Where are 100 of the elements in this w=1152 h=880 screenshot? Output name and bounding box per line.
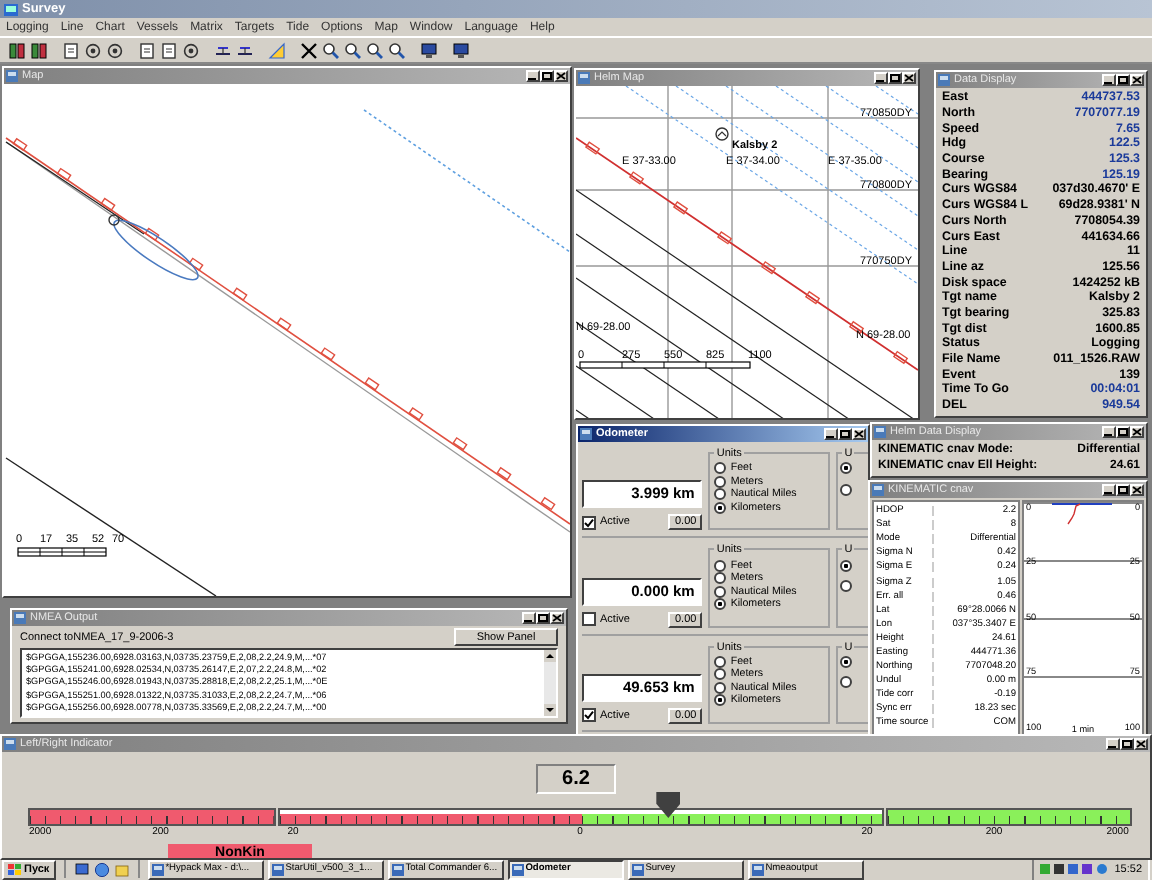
desktop-icon[interactable]	[73, 861, 90, 877]
magnifier-icon	[343, 41, 361, 59]
close-button[interactable]	[902, 72, 916, 84]
toolbar-button[interactable]	[418, 40, 438, 60]
radio-button[interactable]	[714, 681, 727, 694]
document-icon	[137, 41, 155, 59]
radio-button[interactable]	[840, 462, 853, 475]
radio-button[interactable]	[714, 694, 727, 707]
book-icon	[7, 41, 25, 59]
document-icon	[61, 41, 79, 59]
active-checkbox[interactable]	[582, 515, 596, 530]
close-button[interactable]	[1134, 738, 1148, 750]
toolbar-button[interactable]	[180, 40, 200, 60]
radio-button[interactable]	[714, 501, 727, 514]
radio-button[interactable]	[714, 572, 727, 585]
magnifier-icon	[387, 41, 405, 59]
close-button[interactable]	[1130, 74, 1144, 86]
radio-button[interactable]	[840, 655, 853, 668]
radio-button[interactable]	[714, 655, 727, 668]
maximize-button[interactable]	[838, 428, 852, 440]
toolbar-button[interactable]	[342, 40, 362, 60]
window-icon	[511, 863, 524, 875]
toolbar-button[interactable]	[450, 40, 470, 60]
maximize-button[interactable]	[540, 70, 554, 82]
radio-button[interactable]	[840, 483, 853, 496]
app-icon	[4, 3, 18, 15]
minimize-button[interactable]	[522, 612, 536, 624]
globe-icon[interactable]	[93, 861, 110, 877]
maximize-button[interactable]	[1120, 738, 1134, 750]
toolbar-button[interactable]	[28, 40, 48, 60]
radio-button[interactable]	[840, 676, 853, 689]
up-arrow-icon	[544, 650, 556, 662]
toolbar-button[interactable]	[158, 40, 178, 60]
radio-button[interactable]	[714, 598, 727, 611]
window-icon	[151, 863, 164, 875]
close-button[interactable]	[550, 612, 564, 624]
radio-button[interactable]	[714, 462, 727, 475]
close-button[interactable]	[554, 70, 568, 82]
circle-icon	[105, 41, 123, 59]
ruler-icon	[213, 41, 231, 59]
minimize-button[interactable]	[874, 72, 888, 84]
radio-button[interactable]	[840, 559, 853, 572]
toolbar-button[interactable]	[82, 40, 102, 60]
close-button[interactable]	[1130, 484, 1144, 496]
plot-trace-drawing	[1052, 502, 1112, 526]
minimize-button[interactable]	[526, 70, 540, 82]
toolbar-button[interactable]	[136, 40, 156, 60]
offset-value: 6.2	[536, 764, 616, 794]
circle-icon	[83, 41, 101, 59]
window-icon	[580, 428, 592, 440]
minimize-button[interactable]	[1106, 738, 1120, 750]
minimize-button[interactable]	[824, 428, 838, 440]
radio-button[interactable]	[714, 488, 727, 501]
magnifier-icon	[321, 41, 339, 59]
minimize-button[interactable]	[1102, 426, 1116, 438]
down-arrow-icon	[544, 704, 556, 716]
toolbar-button[interactable]	[60, 40, 80, 60]
window-icon	[872, 484, 884, 496]
window-icon	[938, 74, 950, 86]
radio-button[interactable]	[714, 475, 727, 488]
window-icon	[6, 70, 18, 82]
window-icon	[874, 426, 886, 438]
radio-button[interactable]	[714, 585, 727, 598]
circle-icon	[181, 41, 199, 59]
maximize-button[interactable]	[888, 72, 902, 84]
window-icon	[391, 863, 404, 875]
toolbar-button[interactable]	[320, 40, 340, 60]
minimize-button[interactable]	[1102, 74, 1116, 86]
monitor-icon	[419, 41, 437, 59]
book-icon	[29, 41, 47, 59]
window-icon	[578, 72, 590, 84]
windows-logo-icon	[8, 863, 22, 875]
toolbar-button[interactable]	[364, 40, 384, 60]
window-icon	[271, 863, 284, 875]
close-button[interactable]	[1130, 426, 1144, 438]
target-icon	[715, 127, 729, 141]
maximize-button[interactable]	[1116, 426, 1130, 438]
window-icon	[631, 863, 644, 875]
maximize-button[interactable]	[1116, 484, 1130, 496]
window-icon	[4, 738, 16, 750]
maximize-button[interactable]	[536, 612, 550, 624]
active-checkbox[interactable]	[582, 612, 596, 627]
magnifier-icon	[365, 41, 383, 59]
radio-button[interactable]	[840, 580, 853, 593]
toolbar-button[interactable]	[6, 40, 26, 60]
maximize-button[interactable]	[1116, 74, 1130, 86]
scale-bar	[17, 547, 107, 557]
scrollbar[interactable]	[544, 650, 556, 716]
document-icon	[159, 41, 177, 59]
radio-button[interactable]	[714, 668, 727, 681]
toolbar-button[interactable]	[386, 40, 406, 60]
window-icon	[14, 612, 26, 624]
minimize-button[interactable]	[1102, 484, 1116, 496]
tray-icons[interactable]	[1040, 862, 1109, 876]
ruler-icon	[235, 41, 253, 59]
window-icon	[751, 863, 764, 875]
close-button[interactable]	[852, 428, 866, 440]
radio-button[interactable]	[714, 559, 727, 572]
active-checkbox[interactable]	[582, 708, 596, 723]
toolbar-button[interactable]	[104, 40, 124, 60]
